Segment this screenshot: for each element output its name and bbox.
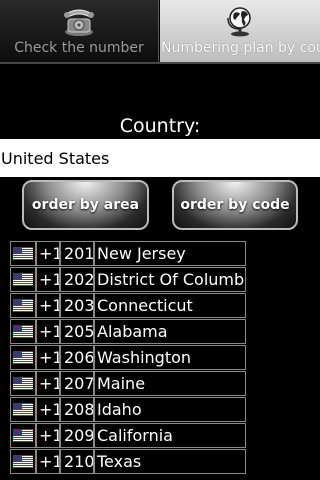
country-code-cell: +1 xyxy=(36,397,60,422)
table-row[interactable]: +1203Connecticut xyxy=(10,293,246,319)
region-cell: Alabama xyxy=(94,319,246,344)
us-flag-icon xyxy=(13,403,33,416)
area-code-cell: 210 xyxy=(60,449,94,474)
flag-cell xyxy=(10,267,36,292)
area-code-cell: 205 xyxy=(60,319,94,344)
region-cell: Idaho xyxy=(94,397,246,422)
country-code-cell: +1 xyxy=(36,371,60,396)
flag-cell xyxy=(10,293,36,318)
flag-cell xyxy=(10,397,36,422)
region-cell: Connecticut xyxy=(94,293,246,318)
flag-cell xyxy=(10,449,36,474)
us-flag-icon xyxy=(13,325,33,338)
country-code-cell: +1 xyxy=(36,319,60,344)
tab-divider xyxy=(0,62,320,64)
us-flag-icon xyxy=(13,455,33,468)
table-row[interactable]: +1208Idaho xyxy=(10,397,246,423)
country-code-cell: +1 xyxy=(36,241,60,266)
flag-cell xyxy=(10,371,36,396)
table-row[interactable]: +1209California xyxy=(10,423,246,449)
us-flag-icon xyxy=(13,351,33,364)
area-code-cell: 202 xyxy=(60,267,94,292)
tab-label: Numbering plan by count xyxy=(161,40,320,56)
table-row[interactable]: +1205Alabama xyxy=(10,319,246,345)
numbering-plan-table: +1201New Jersey+1202District Of Columbia… xyxy=(10,241,246,475)
us-flag-icon xyxy=(13,377,33,390)
region-cell: Maine xyxy=(94,371,246,396)
flag-cell xyxy=(10,423,36,448)
area-code-cell: 207 xyxy=(60,371,94,396)
area-code-cell: 206 xyxy=(60,345,94,370)
table-row[interactable]: +1206Washington xyxy=(10,345,246,371)
table-row[interactable]: +1207Maine xyxy=(10,371,246,397)
us-flag-icon xyxy=(13,429,33,442)
us-flag-icon xyxy=(13,273,33,286)
flag-cell xyxy=(10,241,36,266)
order-by-area-button[interactable]: order by area xyxy=(22,180,149,230)
country-field[interactable] xyxy=(0,139,320,177)
table-row[interactable]: +1201New Jersey xyxy=(10,241,246,267)
order-by-code-button[interactable]: order by code xyxy=(172,180,298,230)
country-code-cell: +1 xyxy=(36,423,60,448)
tab-bar: Check the number Numbering plan by count xyxy=(0,0,320,62)
tab-label: Check the number xyxy=(14,40,144,56)
country-code-cell: +1 xyxy=(36,267,60,292)
region-cell: District Of Columbia xyxy=(94,267,246,292)
country-code-cell: +1 xyxy=(36,449,60,474)
region-cell: Texas xyxy=(94,449,246,474)
area-code-cell: 208 xyxy=(60,397,94,422)
us-flag-icon xyxy=(13,247,33,260)
us-flag-icon xyxy=(13,299,33,312)
country-code-cell: +1 xyxy=(36,293,60,318)
country-label: Country: xyxy=(119,115,201,137)
table-row[interactable]: +1210Texas xyxy=(10,449,246,475)
tab-check-number[interactable]: Check the number xyxy=(0,0,159,62)
region-cell: Washington xyxy=(94,345,246,370)
flag-cell xyxy=(10,319,36,344)
tab-numbering-plan[interactable]: Numbering plan by count xyxy=(160,0,320,62)
area-code-cell: 209 xyxy=(60,423,94,448)
flag-cell xyxy=(10,345,36,370)
area-code-cell: 203 xyxy=(60,293,94,318)
region-cell: California xyxy=(94,423,246,448)
region-cell: New Jersey xyxy=(94,241,246,266)
telephone-icon xyxy=(64,9,94,36)
country-code-cell: +1 xyxy=(36,345,60,370)
area-code-cell: 201 xyxy=(60,241,94,266)
globe-icon xyxy=(227,7,251,37)
table-row[interactable]: +1202District Of Columbia xyxy=(10,267,246,293)
